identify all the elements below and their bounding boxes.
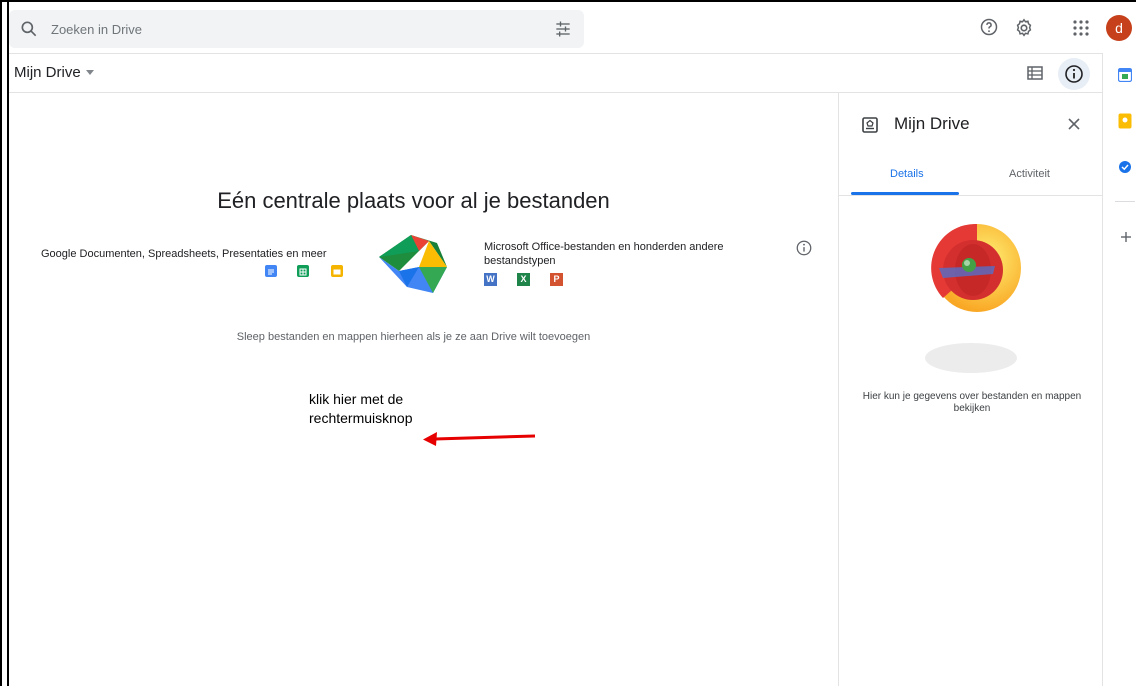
help-icon[interactable] <box>979 17 999 37</box>
gear-icon[interactable] <box>1013 17 1035 39</box>
details-illustration <box>925 223 1021 373</box>
slides-icon <box>331 265 343 277</box>
drop-hint-text: Sleep bestanden en mappen hierheen als j… <box>236 331 591 343</box>
calendar-icon[interactable] <box>1118 68 1132 82</box>
drive-logo-icon <box>379 235 447 293</box>
instruction-annotation: klik hier met de rechtermuisknop <box>309 390 413 428</box>
sheets-icon <box>297 265 309 277</box>
keep-icon[interactable] <box>1118 113 1132 129</box>
tasks-icon[interactable] <box>1118 160 1132 174</box>
search-icon[interactable] <box>19 19 39 39</box>
details-toggle-button[interactable] <box>1058 58 1090 90</box>
divider <box>1115 201 1135 202</box>
search-input[interactable] <box>51 19 531 39</box>
powerpoint-icon: P <box>550 273 563 286</box>
divider <box>9 53 1102 54</box>
annotation-line-1: klik hier met de <box>309 391 404 407</box>
red-arrow-icon <box>423 432 536 446</box>
drop-zone[interactable]: Eén centrale plaats voor al je bestanden… <box>9 93 838 686</box>
word-icon: W <box>484 273 497 286</box>
chevron-down-icon[interactable] <box>86 70 94 75</box>
panel-empty-text: Hier kun je gegevens over bestanden en m… <box>862 391 1082 414</box>
apps-grid-icon[interactable] <box>1072 19 1090 37</box>
info-icon[interactable] <box>795 239 813 257</box>
search-box[interactable] <box>9 10 584 48</box>
list-view-icon[interactable] <box>1026 64 1044 82</box>
tab-activity[interactable]: Activiteit <box>1009 168 1050 180</box>
info-icon <box>1065 65 1083 83</box>
docs-icon <box>265 265 277 277</box>
top-bar: d <box>9 2 1136 53</box>
breadcrumb-my-drive[interactable]: Mijn Drive <box>14 64 81 81</box>
annotation-line-2: rechtermuisknop <box>309 410 413 426</box>
divider <box>839 195 1103 196</box>
office-files-description: Microsoft Office-bestanden en honderden … <box>484 241 724 267</box>
drive-folder-icon <box>862 117 878 133</box>
search-options-icon[interactable] <box>553 19 573 39</box>
add-icon[interactable] <box>1119 230 1133 244</box>
excel-icon: X <box>517 273 530 286</box>
side-apps-rail <box>1102 53 1136 686</box>
close-icon[interactable] <box>1066 116 1082 132</box>
tab-details[interactable]: Details <box>890 168 924 180</box>
google-files-description: Google Documenten, Spreadsheets, Present… <box>41 248 327 260</box>
details-panel: Mijn Drive Details Activiteit Hier kun j… <box>838 93 1103 686</box>
empty-state-title: Eén centrale plaats voor al je bestanden <box>217 188 610 213</box>
panel-title: Mijn Drive <box>894 114 970 133</box>
avatar[interactable]: d <box>1106 15 1132 41</box>
